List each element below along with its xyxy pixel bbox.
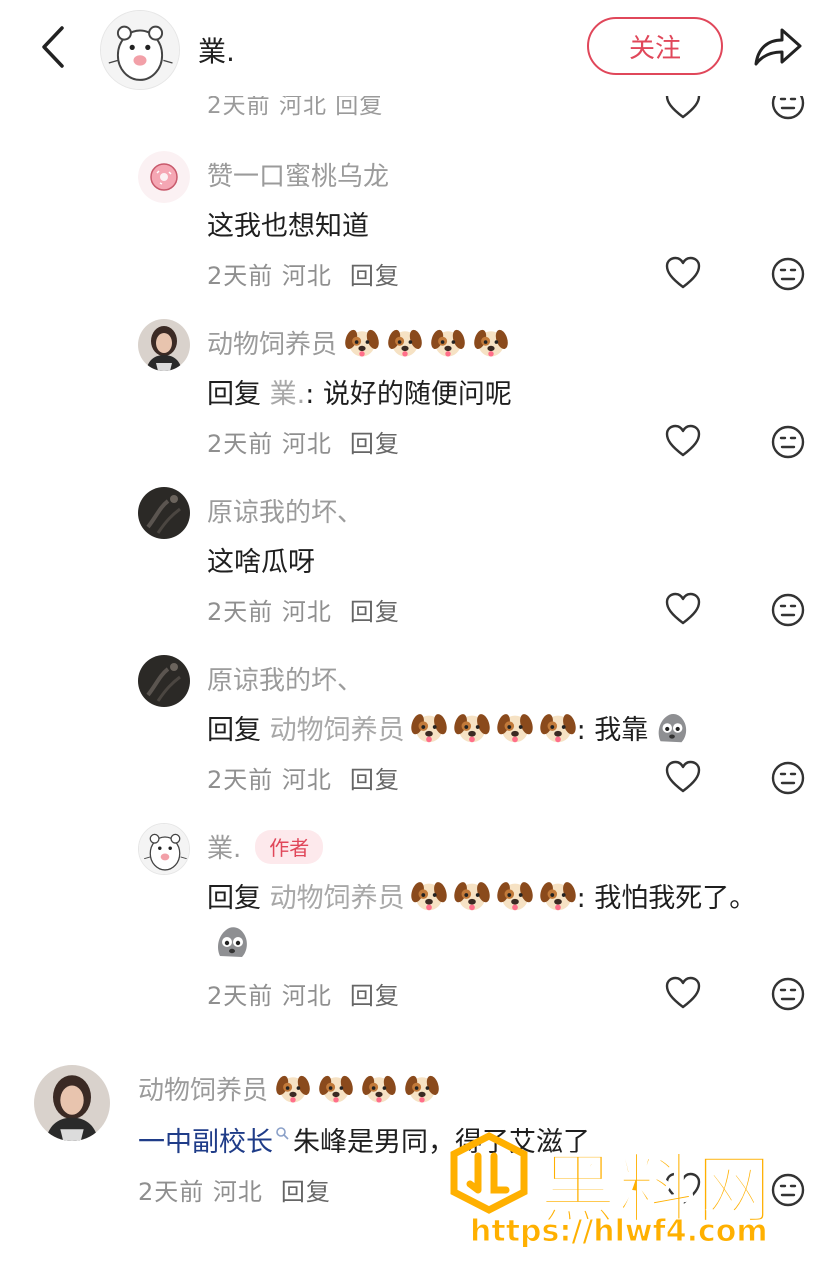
commenter-avatar[interactable] bbox=[138, 823, 190, 875]
reply-button[interactable]: 回复 bbox=[350, 262, 400, 290]
author-avatar[interactable] bbox=[100, 10, 180, 90]
back-arrow-icon[interactable] bbox=[34, 22, 74, 72]
dog-emoji-icon bbox=[318, 1071, 354, 1107]
comment-text: 这我也想知道 bbox=[207, 211, 369, 242]
heart-icon[interactable] bbox=[665, 976, 701, 1010]
search-link[interactable]: 一中副校长 bbox=[138, 1120, 273, 1159]
search-icon bbox=[276, 1126, 289, 1140]
heart-icon[interactable] bbox=[665, 1172, 701, 1206]
meh-face-icon[interactable] bbox=[771, 977, 805, 1011]
heart-icon[interactable] bbox=[665, 424, 701, 458]
share-icon[interactable] bbox=[752, 22, 804, 70]
comment-meta: 2天前 河北 回复 bbox=[207, 982, 400, 1010]
comment-text: 一中副校长 朱峰是男同，得了艾滋了 bbox=[138, 1120, 590, 1159]
commenter-avatar[interactable] bbox=[138, 319, 190, 371]
comment-text: 回复 动物饲养员: 我怕我死了。 bbox=[207, 876, 756, 915]
dog-emoji-icon bbox=[496, 877, 534, 915]
dog-emoji-icon bbox=[496, 709, 534, 747]
reply-button[interactable]: 回复 bbox=[350, 766, 400, 794]
meh-face-icon[interactable] bbox=[771, 425, 805, 459]
heart-icon[interactable] bbox=[665, 760, 701, 794]
author-name[interactable]: 業. bbox=[198, 30, 235, 70]
commenter-avatar[interactable] bbox=[34, 1065, 110, 1141]
comment-meta: 2天前 河北 回复 bbox=[138, 1178, 331, 1206]
heart-icon[interactable] bbox=[665, 592, 701, 626]
commenter-name[interactable]: 原谅我的坏、 bbox=[207, 660, 363, 697]
reply-button[interactable]: 回复 bbox=[350, 982, 400, 1010]
comment-text: 这啥瓜呀 bbox=[207, 547, 315, 578]
commenter-name[interactable]: 动物饲养员 bbox=[138, 1070, 440, 1107]
author-badge: 作者 bbox=[255, 829, 324, 864]
comment-meta: 2天前 河北 回复 bbox=[207, 262, 400, 290]
commenter-avatar[interactable] bbox=[138, 487, 190, 539]
stone-face-emoji-icon bbox=[212, 922, 252, 962]
stone-face-emoji-icon bbox=[653, 709, 691, 747]
commenter-avatar[interactable] bbox=[138, 151, 190, 203]
meh-face-icon[interactable] bbox=[771, 257, 805, 291]
top-bar: 業. 关注 bbox=[0, 0, 839, 96]
heart-icon[interactable] bbox=[665, 256, 701, 290]
dog-emoji-icon bbox=[473, 325, 509, 361]
follow-button[interactable]: 关注 bbox=[587, 17, 723, 75]
commenter-avatar[interactable] bbox=[138, 655, 190, 707]
commenter-name[interactable]: 动物饲养员 bbox=[207, 324, 509, 361]
commenter-name[interactable]: 業. 作者 bbox=[207, 828, 324, 865]
meh-face-icon[interactable] bbox=[771, 1173, 805, 1207]
dog-emoji-icon bbox=[453, 877, 491, 915]
watermark-url: https://hlwf4.com bbox=[470, 1214, 769, 1250]
dog-emoji-icon bbox=[361, 1071, 397, 1107]
dog-emoji-icon bbox=[539, 709, 577, 747]
commenter-name[interactable]: 赞一口蜜桃乌龙 bbox=[207, 156, 389, 193]
dog-emoji-icon bbox=[275, 1071, 311, 1107]
dog-emoji-icon bbox=[410, 877, 448, 915]
reply-button[interactable]: 回复 bbox=[350, 430, 400, 458]
commenter-name[interactable]: 原谅我的坏、 bbox=[207, 492, 363, 529]
dog-emoji-icon bbox=[410, 709, 448, 747]
comment-text: 回复 动物饲养员: 我靠 bbox=[207, 708, 691, 747]
dog-emoji-icon bbox=[539, 877, 577, 915]
dog-emoji-icon bbox=[387, 325, 423, 361]
reply-button[interactable]: 回复 bbox=[350, 598, 400, 626]
dog-emoji-icon bbox=[404, 1071, 440, 1107]
dog-emoji-icon bbox=[453, 709, 491, 747]
comment-meta: 2天前 河北 回复 bbox=[207, 430, 400, 458]
meh-face-icon[interactable] bbox=[771, 761, 805, 795]
comment-meta: 2天前 河北 回复 bbox=[207, 598, 400, 626]
dog-emoji-icon bbox=[344, 325, 380, 361]
comment-meta: 2天前 河北 回复 bbox=[207, 766, 400, 794]
meh-face-icon[interactable] bbox=[771, 593, 805, 627]
reply-button[interactable]: 回复 bbox=[281, 1178, 331, 1206]
dog-emoji-icon bbox=[430, 325, 466, 361]
comment-text: 回复 業.: 说好的随便问呢 bbox=[207, 379, 512, 410]
